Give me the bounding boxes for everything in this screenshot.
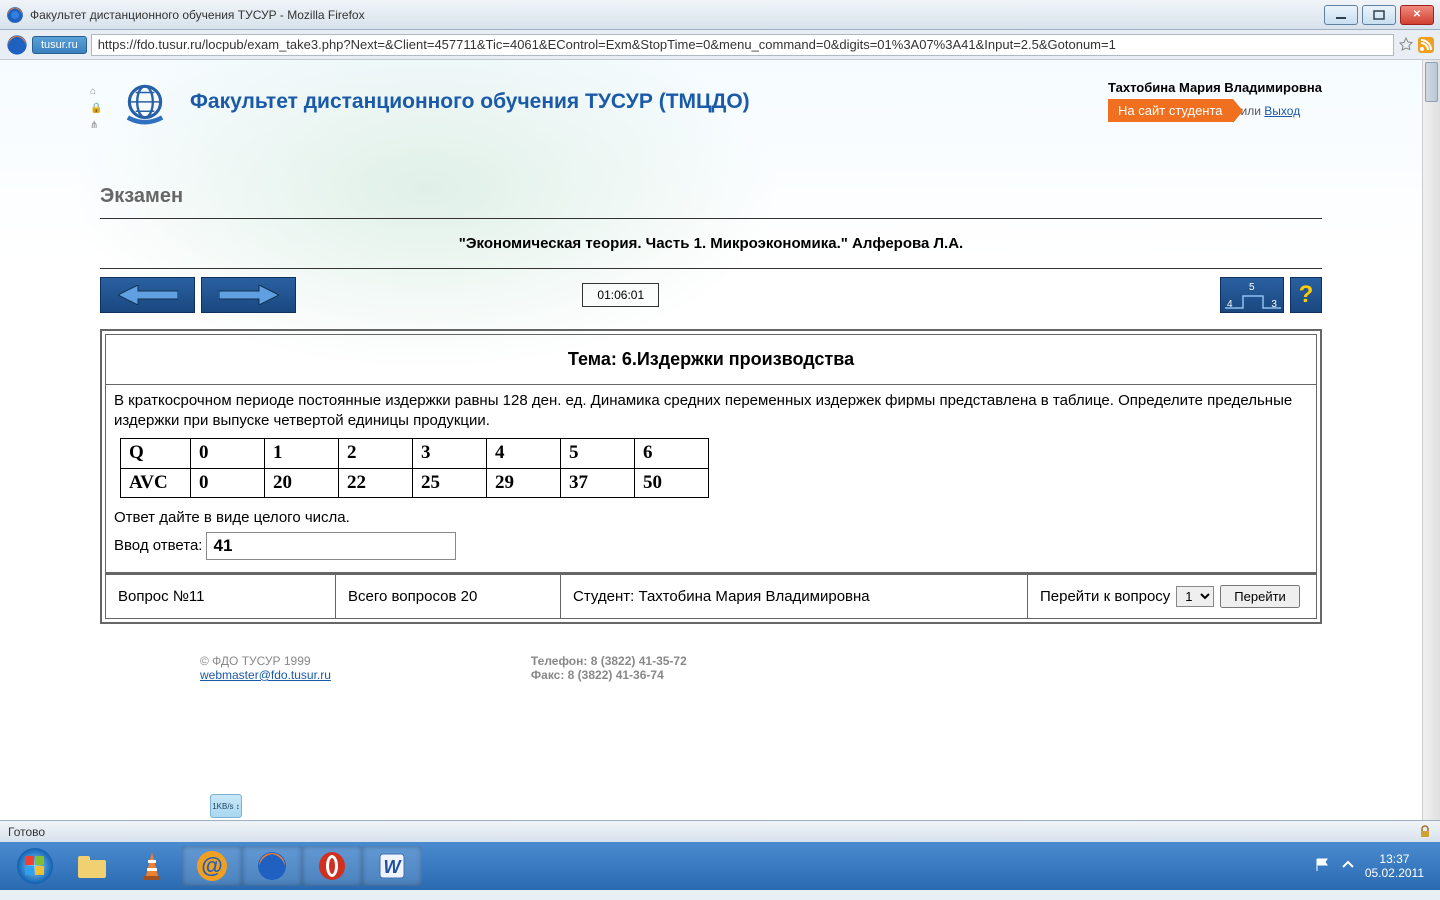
firebug-badge[interactable]: 1KB/s ↕ bbox=[210, 794, 242, 818]
course-title: "Экономическая теория. Часть 1. Микроэко… bbox=[100, 223, 1322, 264]
student-site-button[interactable]: На сайт студента bbox=[1108, 99, 1233, 122]
lock-icon bbox=[1418, 825, 1432, 839]
svg-text:@: @ bbox=[201, 853, 222, 878]
taskbar-vlc-icon[interactable] bbox=[122, 846, 182, 886]
goto-label: Перейти к вопросу bbox=[1040, 588, 1170, 605]
prev-question-button[interactable] bbox=[100, 277, 195, 313]
question-number-label: Вопрос №11 bbox=[105, 574, 335, 619]
tray-arrow-icon[interactable] bbox=[1341, 858, 1355, 875]
next-question-button[interactable] bbox=[201, 277, 296, 313]
window-title: Факультет дистанционного обучения ТУСУР … bbox=[30, 8, 1324, 22]
browser-urlbar: tusur.ru https://fdo.tusur.ru/locpub/exa… bbox=[0, 30, 1440, 60]
webmaster-link[interactable]: webmaster@fdo.tusur.ru bbox=[200, 668, 331, 682]
svg-text:W: W bbox=[384, 857, 403, 877]
taskbar-word-icon[interactable]: W bbox=[362, 846, 422, 886]
answer-hint: Ответ дайте в виде целого числа. bbox=[114, 508, 1308, 528]
progress-indicator-button[interactable]: 4 5 3 bbox=[1220, 277, 1284, 313]
question-text: В краткосрочном периоде постоянные издер… bbox=[114, 391, 1308, 430]
side-mini-icons: ⌂🔒⋔ bbox=[90, 80, 120, 131]
bookmark-star-icon[interactable] bbox=[1398, 37, 1414, 53]
window-maximize-button[interactable] bbox=[1362, 5, 1396, 25]
fax-text: Факс: 8 (3822) 41-36-74 bbox=[531, 668, 687, 682]
feed-icon[interactable] bbox=[1418, 37, 1434, 53]
exam-timer: 01:06:01 bbox=[582, 283, 659, 307]
user-fullname: Тахтобина Мария Владимировна bbox=[1108, 80, 1322, 95]
status-text: Готово bbox=[8, 825, 45, 839]
firefox-menu-icon[interactable] bbox=[6, 34, 28, 56]
browser-statusbar: Готово bbox=[0, 820, 1440, 842]
site-title: Факультет дистанционного обучения ТУСУР … bbox=[190, 80, 750, 114]
answer-input[interactable] bbox=[206, 532, 456, 560]
total-questions-label: Всего вопросов 20 bbox=[335, 574, 560, 619]
window-close-button[interactable]: ✕ bbox=[1400, 5, 1434, 25]
start-button[interactable] bbox=[8, 846, 62, 886]
question-theme: Тема: 6.Издержки производства bbox=[106, 335, 1316, 385]
taskbar-explorer-icon[interactable] bbox=[62, 846, 122, 886]
phone-text: Телефон: 8 (3822) 41-35-72 bbox=[531, 654, 687, 668]
site-logo[interactable] bbox=[120, 80, 170, 135]
copyright-text: © ФДО ТУСУР 1999 bbox=[200, 654, 331, 668]
windows-taskbar: @ W 13:37 05.02.2011 bbox=[0, 842, 1440, 890]
window-titlebar: Факультет дистанционного обучения ТУСУР … bbox=[0, 0, 1440, 30]
vertical-scrollbar[interactable] bbox=[1422, 60, 1440, 820]
taskbar-firefox-icon[interactable] bbox=[242, 846, 302, 886]
tray-flag-icon[interactable] bbox=[1315, 857, 1331, 876]
goto-button[interactable]: Перейти bbox=[1220, 585, 1300, 608]
table-row: AVC0202225293750 bbox=[121, 468, 709, 498]
goto-question-select[interactable]: 1 bbox=[1176, 586, 1214, 607]
firefox-icon bbox=[6, 6, 24, 24]
table-row: Q0123456 bbox=[121, 439, 709, 469]
answer-label: Ввод ответа: bbox=[114, 536, 202, 556]
browser-viewport: ⌂🔒⋔ Факультет дистанционного обучения ТУ… bbox=[0, 60, 1440, 820]
question-panel: Тема: 6.Издержки производства В краткоср… bbox=[100, 329, 1322, 624]
window-minimize-button[interactable] bbox=[1324, 5, 1358, 25]
data-table: Q0123456 AVC0202225293750 bbox=[120, 438, 709, 498]
student-name-label: Студент: Тахтобина Мария Владимировна bbox=[560, 574, 1027, 619]
page-heading: Экзамен bbox=[100, 185, 1322, 208]
tray-clock[interactable]: 13:37 05.02.2011 bbox=[1365, 852, 1424, 881]
taskbar-opera-icon[interactable] bbox=[302, 846, 362, 886]
taskbar-mail-icon[interactable]: @ bbox=[182, 846, 242, 886]
logout-link[interactable]: Выход bbox=[1264, 104, 1300, 118]
logout-row: или Выход bbox=[1241, 104, 1301, 118]
url-input[interactable]: https://fdo.tusur.ru/locpub/exam_take3.p… bbox=[91, 34, 1394, 56]
help-button[interactable]: ? bbox=[1290, 277, 1322, 313]
site-identity-chip[interactable]: tusur.ru bbox=[32, 36, 87, 54]
